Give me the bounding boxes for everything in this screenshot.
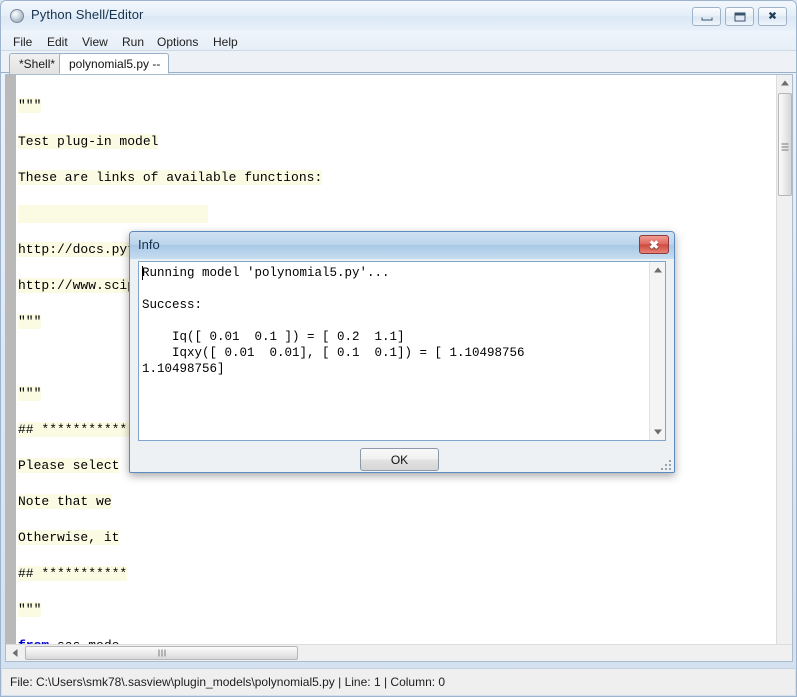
code-line: ## *********** xyxy=(18,566,127,581)
maximize-button[interactable] xyxy=(725,7,754,26)
maximize-icon xyxy=(734,12,745,21)
menu-item-view[interactable]: View xyxy=(76,33,114,51)
tab-polynomial5[interactable]: polynomial5.py -- xyxy=(59,53,169,74)
main-window: Python Shell/Editor ✖ File Edit View Run… xyxy=(0,0,797,697)
dialog-ok-label: OK xyxy=(391,453,408,467)
chevron-left-icon xyxy=(12,649,17,657)
minimize-button[interactable] xyxy=(692,7,721,26)
code-line: """ xyxy=(18,386,41,401)
tab-strip: *Shell* polynomial5.py -- xyxy=(1,51,796,73)
editor-vertical-scrollbar[interactable] xyxy=(776,75,792,645)
code-line: These are links of available functions: xyxy=(18,170,322,185)
python-circle-icon xyxy=(10,9,24,23)
vertical-scrollbar-thumb[interactable] xyxy=(778,93,792,196)
grip-icon xyxy=(782,141,789,148)
close-icon: ✖ xyxy=(768,11,777,22)
minimize-icon xyxy=(701,17,712,20)
menu-item-run[interactable]: Run xyxy=(116,33,150,51)
menu-item-options[interactable]: Options xyxy=(151,33,204,51)
editor-gutter xyxy=(6,75,17,661)
resize-grip-icon[interactable] xyxy=(659,458,671,470)
code-line: Otherwise, it xyxy=(18,530,119,545)
tab-shell[interactable]: *Shell* xyxy=(9,53,63,74)
editor-horizontal-scrollbar[interactable] xyxy=(6,644,792,661)
info-dialog: Info ✖ Running model 'polynomial5.py'...… xyxy=(129,231,675,473)
dialog-ok-button[interactable]: OK xyxy=(360,448,439,471)
window-title: Python Shell/Editor xyxy=(31,7,143,22)
chevron-up-icon xyxy=(654,268,662,273)
window-titlebar: Python Shell/Editor ✖ xyxy=(1,1,796,31)
close-button[interactable]: ✖ xyxy=(758,7,787,26)
menu-item-edit[interactable]: Edit xyxy=(41,33,74,51)
scroll-left-button[interactable] xyxy=(6,645,23,661)
status-bar: File: C:\Users\smk78\.sasview\plugin_mod… xyxy=(2,668,795,695)
dialog-message-text: Running model 'polynomial5.py'... Succes… xyxy=(142,265,642,437)
code-line: Test plug-in model xyxy=(18,134,158,149)
dialog-title: Info xyxy=(138,237,160,252)
code-line: """ xyxy=(18,98,41,113)
code-line: Note that we xyxy=(18,494,112,509)
dialog-message-area[interactable]: Running model 'polynomial5.py'... Succes… xyxy=(138,261,666,441)
chevron-up-icon xyxy=(781,81,789,86)
scroll-up-button[interactable] xyxy=(777,75,793,91)
code-line: Please select xyxy=(18,458,119,473)
chevron-down-icon xyxy=(654,430,662,435)
dialog-scroll-down-button[interactable] xyxy=(650,424,666,440)
dialog-close-button[interactable]: ✖ xyxy=(639,235,669,254)
status-bar-text: File: C:\Users\smk78\.sasview\plugin_mod… xyxy=(10,675,445,689)
dialog-scroll-up-button[interactable] xyxy=(650,262,666,278)
code-line: """ xyxy=(18,314,41,329)
horizontal-scrollbar-thumb[interactable] xyxy=(25,646,298,660)
dialog-titlebar: Info ✖ xyxy=(130,232,674,259)
grip-icon xyxy=(158,650,165,657)
close-icon: ✖ xyxy=(649,239,659,251)
menubar: File Edit View Run Options Help xyxy=(1,31,796,51)
dialog-vertical-scrollbar[interactable] xyxy=(649,262,665,440)
menu-item-file[interactable]: File xyxy=(7,33,38,51)
menu-item-help[interactable]: Help xyxy=(207,33,244,51)
code-line: """ xyxy=(18,602,41,617)
